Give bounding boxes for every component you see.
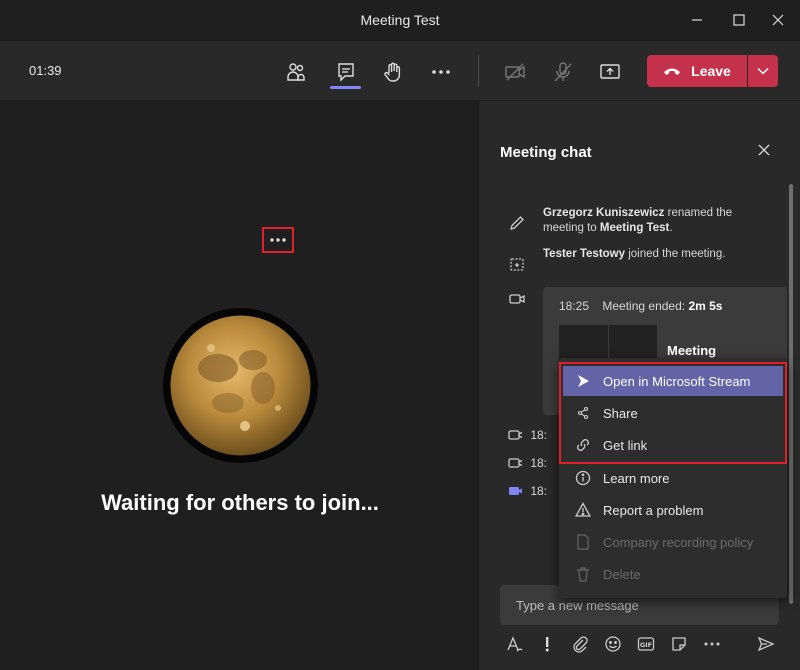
close-window-icon[interactable] bbox=[766, 8, 790, 32]
share-screen-icon[interactable] bbox=[597, 59, 623, 85]
moon-image bbox=[170, 315, 311, 456]
calendar-join-icon bbox=[507, 254, 527, 274]
menu-item-report-problem[interactable]: Report a problem bbox=[563, 495, 783, 525]
chat-title: Meeting chat bbox=[500, 144, 592, 161]
recording-more-button[interactable] bbox=[262, 227, 294, 253]
leave-options-button[interactable] bbox=[748, 55, 778, 87]
minimize-icon[interactable] bbox=[685, 8, 709, 32]
raise-hand-icon[interactable] bbox=[380, 59, 406, 85]
chat-icon[interactable] bbox=[333, 59, 359, 85]
meeting-stage: Waiting for others to join... bbox=[0, 101, 478, 670]
card-header: 18:25 Meeting ended: 2m 5s bbox=[559, 299, 723, 313]
emoji-icon[interactable] bbox=[602, 633, 624, 655]
join-event: Tester Testowy joined the meeting. bbox=[543, 248, 726, 260]
attach-icon[interactable] bbox=[569, 633, 591, 655]
video-icon bbox=[507, 289, 527, 309]
leave-label: Leave bbox=[691, 63, 731, 79]
chat-scrollbar[interactable] bbox=[789, 184, 793, 604]
menu-item-company-policy[interactable]: Company recording policy bbox=[563, 527, 783, 557]
toolbar-divider bbox=[478, 55, 479, 87]
message-placeholder: Type a new message bbox=[516, 598, 639, 613]
camera-off-icon[interactable] bbox=[502, 59, 528, 85]
phone-hangup-icon bbox=[664, 68, 681, 75]
list-item: 18: bbox=[507, 454, 547, 472]
chat-active-indicator bbox=[330, 86, 361, 89]
avatar bbox=[163, 308, 318, 463]
more-options-icon bbox=[270, 238, 286, 242]
recording-context-menu: Open in Microsoft Stream Share Get link … bbox=[559, 358, 787, 598]
chevron-down-icon bbox=[757, 67, 769, 75]
close-chat-icon[interactable] bbox=[755, 141, 773, 159]
video-icon bbox=[508, 430, 523, 440]
list-item: 18: bbox=[507, 482, 547, 500]
sticker-icon[interactable] bbox=[668, 633, 690, 655]
menu-item-learn-more[interactable]: Learn more bbox=[563, 463, 783, 493]
window-title: Meeting Test bbox=[360, 12, 440, 28]
trash-icon bbox=[563, 566, 603, 582]
title-bar: Meeting Test bbox=[0, 0, 800, 40]
mic-off-icon[interactable] bbox=[550, 59, 576, 85]
video-icon bbox=[508, 458, 523, 468]
participants-icon[interactable] bbox=[283, 59, 309, 85]
format-icon[interactable] bbox=[503, 633, 525, 655]
list-item: 18: bbox=[507, 426, 547, 444]
maximize-icon[interactable] bbox=[727, 8, 751, 32]
gif-icon[interactable]: GIF bbox=[635, 633, 657, 655]
menu-item-delete[interactable]: Delete bbox=[563, 559, 783, 589]
leave-button[interactable]: Leave bbox=[647, 55, 747, 87]
info-icon bbox=[563, 470, 603, 486]
document-icon bbox=[563, 534, 603, 550]
warning-icon bbox=[563, 502, 603, 518]
important-icon[interactable] bbox=[536, 633, 558, 655]
video-active-icon bbox=[509, 487, 523, 495]
pencil-icon bbox=[507, 213, 527, 233]
meeting-toolbar: 01:39 Leave bbox=[0, 40, 800, 100]
rename-event: Grzegorz Kuniszewicz renamed the meeting… bbox=[543, 207, 733, 234]
send-icon[interactable] bbox=[755, 633, 777, 655]
meeting-timer: 01:39 bbox=[29, 63, 62, 78]
more-actions-icon[interactable] bbox=[428, 59, 454, 85]
svg-text:GIF: GIF bbox=[640, 641, 652, 649]
recording-title: Meeting bbox=[667, 343, 717, 358]
highlight-box bbox=[559, 362, 787, 464]
waiting-message: Waiting for others to join... bbox=[101, 490, 379, 515]
more-options-icon[interactable] bbox=[701, 633, 723, 655]
